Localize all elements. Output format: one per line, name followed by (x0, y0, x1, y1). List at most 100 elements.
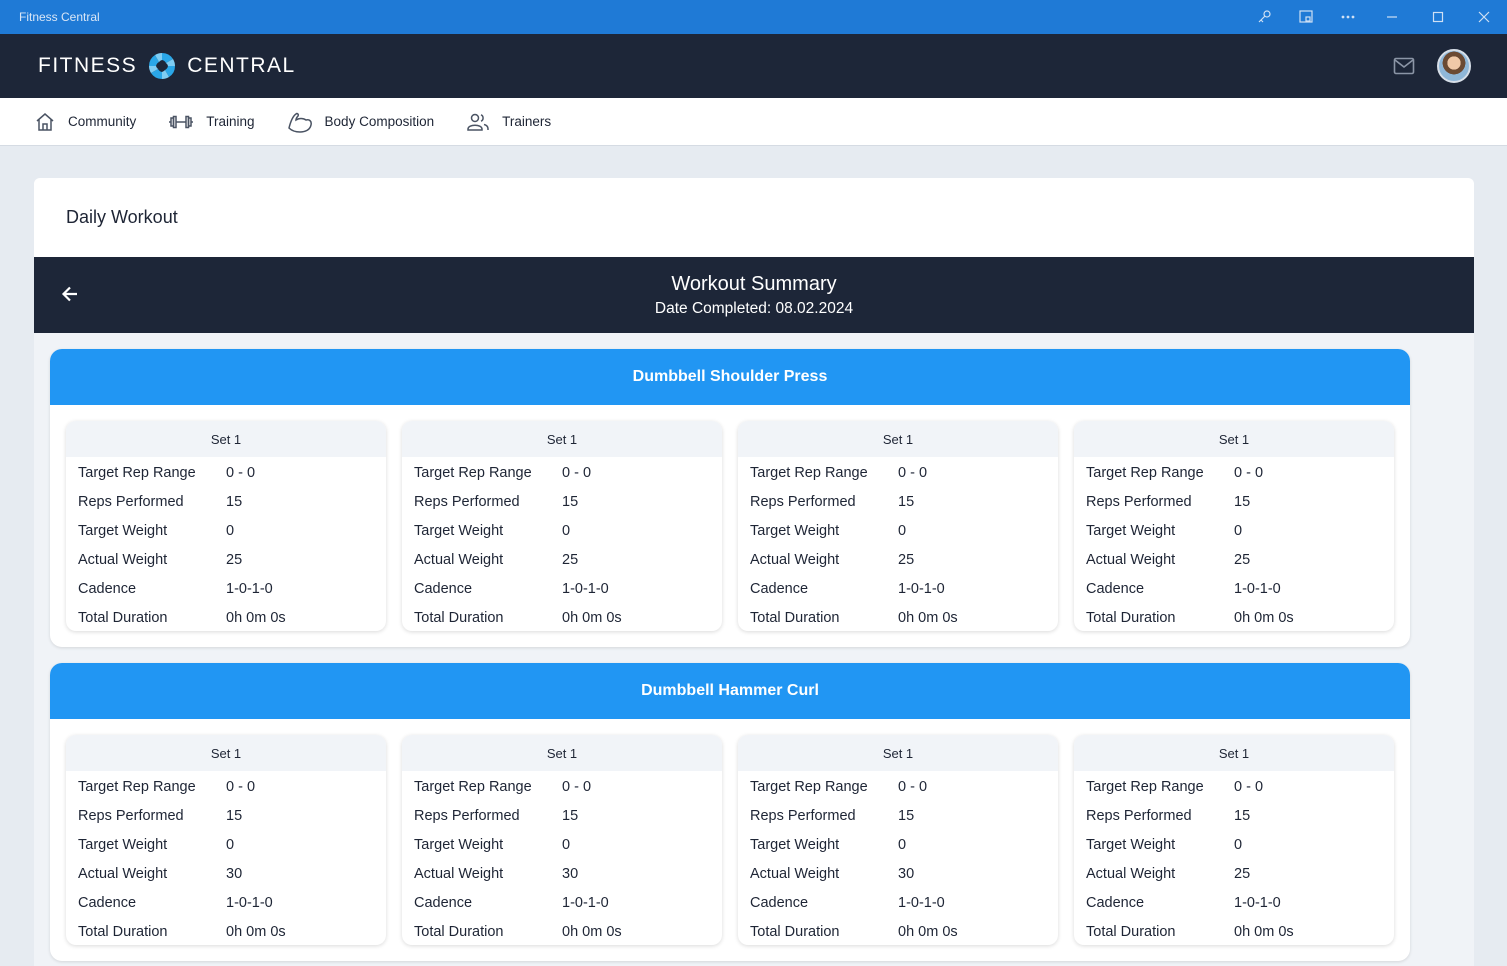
more-options-icon[interactable] (1327, 0, 1369, 34)
nav-label-trainers: Trainers (502, 114, 552, 129)
target-weight-row: Target Weight 0 (402, 516, 722, 545)
row-label: Actual Weight (750, 551, 840, 568)
workout-summary-bar: Workout Summary Date Completed: 08.02.20… (34, 257, 1474, 333)
row-value: 0 - 0 (562, 464, 592, 481)
minimize-button[interactable] (1369, 0, 1415, 34)
row-value: 0h 0m 0s (226, 609, 286, 626)
row-label: Total Duration (414, 923, 504, 940)
close-button[interactable] (1461, 0, 1507, 34)
row-value: 1-0-1-0 (1234, 894, 1281, 911)
row-value: 0 - 0 (226, 464, 256, 481)
row-label: Cadence (750, 580, 809, 597)
cadence-row: Cadence 1-0-1-0 (402, 574, 722, 603)
total-duration-row: Total Duration 0h 0m 0s (402, 603, 722, 631)
sets-row: Set 1 Target Rep Range 0 - 0 Reps Perform… (50, 405, 1410, 631)
cast-icon[interactable] (1285, 0, 1327, 34)
row-label: Target Weight (78, 836, 168, 853)
row-value: 1-0-1-0 (562, 580, 609, 597)
cadence-row: Cadence 1-0-1-0 (738, 574, 1058, 603)
row-value: 0 - 0 (898, 778, 928, 795)
row-value: 0 (898, 836, 907, 853)
row-label: Actual Weight (1086, 865, 1176, 882)
daily-workout-card: Daily Workout Workout Summary Date Compl… (34, 178, 1474, 966)
nav-item-body-composition[interactable]: Body Composition (287, 110, 435, 134)
brand-right: CENTRAL (187, 54, 296, 77)
row-label: Reps Performed (414, 807, 520, 824)
total-duration-row: Total Duration 0h 0m 0s (1074, 603, 1394, 631)
actual-weight-row: Actual Weight 25 (738, 545, 1058, 574)
row-value: 0h 0m 0s (898, 609, 958, 626)
row-label: Reps Performed (1086, 493, 1192, 510)
nav-item-training[interactable]: Training (168, 111, 255, 133)
row-label: Actual Weight (750, 865, 840, 882)
set-title: Set 1 (66, 735, 386, 771)
total-duration-row: Total Duration 0h 0m 0s (66, 917, 386, 945)
maximize-button[interactable] (1415, 0, 1461, 34)
total-duration-row: Total Duration 0h 0m 0s (66, 603, 386, 631)
row-value: 15 (898, 493, 915, 510)
row-value: 0h 0m 0s (562, 609, 622, 626)
reps-performed-row: Reps Performed 15 (66, 487, 386, 516)
exercise-title[interactable]: Dumbbell Shoulder Press (50, 349, 1410, 405)
nav-item-community[interactable]: Community (34, 111, 136, 133)
set-title: Set 1 (402, 421, 722, 457)
nav-label-body-composition: Body Composition (324, 114, 435, 129)
avatar[interactable] (1437, 49, 1471, 83)
set-card: Set 1 Target Rep Range 0 - 0 Reps Perform… (738, 735, 1058, 945)
actual-weight-row: Actual Weight 25 (66, 545, 386, 574)
row-value: 1-0-1-0 (898, 894, 945, 911)
row-label: Target Rep Range (78, 464, 196, 481)
row-value: 0h 0m 0s (1234, 609, 1294, 626)
set-card: Set 1 Target Rep Range 0 - 0 Reps Perform… (66, 421, 386, 631)
row-label: Cadence (414, 580, 473, 597)
cadence-row: Cadence 1-0-1-0 (66, 574, 386, 603)
key-icon[interactable] (1243, 0, 1285, 34)
row-label: Target Weight (1086, 836, 1176, 853)
row-value: 15 (1234, 807, 1251, 824)
actual-weight-row: Actual Weight 25 (1074, 859, 1394, 888)
row-value: 15 (562, 807, 579, 824)
row-label: Target Weight (414, 522, 504, 539)
reps-performed-row: Reps Performed 15 (66, 801, 386, 830)
row-label: Target Weight (414, 836, 504, 853)
row-label: Actual Weight (414, 551, 504, 568)
window-title: Fitness Central (19, 10, 100, 24)
nav-item-trainers[interactable]: Trainers (466, 111, 551, 133)
row-value: 1-0-1-0 (226, 894, 273, 911)
row-value: 0 (226, 836, 235, 853)
app-header: FITNESS CENTRAL (0, 34, 1507, 98)
set-card: Set 1 Target Rep Range 0 - 0 Reps Perform… (738, 421, 1058, 631)
set-card: Set 1 Target Rep Range 0 - 0 Reps Perform… (402, 735, 722, 945)
row-label: Target Weight (78, 522, 168, 539)
row-value: 0 - 0 (1234, 778, 1264, 795)
target-weight-row: Target Weight 0 (66, 830, 386, 859)
flexed-arm-icon (287, 110, 313, 134)
actual-weight-row: Actual Weight 25 (402, 545, 722, 574)
row-label: Actual Weight (78, 551, 168, 568)
target-rep-range-row: Target Rep Range 0 - 0 (66, 772, 386, 801)
reps-performed-row: Reps Performed 15 (1074, 801, 1394, 830)
row-label: Cadence (1086, 580, 1145, 597)
target-rep-range-row: Target Rep Range 0 - 0 (738, 458, 1058, 487)
page-title: Daily Workout (66, 207, 178, 227)
back-arrow-icon[interactable] (60, 284, 80, 304)
row-label: Target Weight (1086, 522, 1176, 539)
mail-icon[interactable] (1393, 57, 1415, 75)
home-icon (34, 111, 56, 133)
cadence-row: Cadence 1-0-1-0 (1074, 574, 1394, 603)
row-label: Target Rep Range (750, 778, 868, 795)
total-duration-row: Total Duration 0h 0m 0s (738, 917, 1058, 945)
exercise-card: Dumbbell Hammer Curl Set 1 Target Rep Ra… (50, 663, 1410, 961)
exercise-title[interactable]: Dumbbell Hammer Curl (50, 663, 1410, 719)
row-label: Reps Performed (750, 493, 856, 510)
summary-date: Date Completed: 08.02.2024 (654, 299, 854, 317)
row-value: 30 (226, 865, 243, 882)
nav-label-community: Community (68, 114, 137, 129)
brand-logo[interactable]: FITNESS CENTRAL (38, 51, 296, 81)
row-value: 15 (562, 493, 579, 510)
row-label: Total Duration (750, 609, 840, 626)
reps-performed-row: Reps Performed 15 (738, 801, 1058, 830)
reps-performed-row: Reps Performed 15 (402, 801, 722, 830)
cadence-row: Cadence 1-0-1-0 (66, 888, 386, 917)
reps-performed-row: Reps Performed 15 (1074, 487, 1394, 516)
